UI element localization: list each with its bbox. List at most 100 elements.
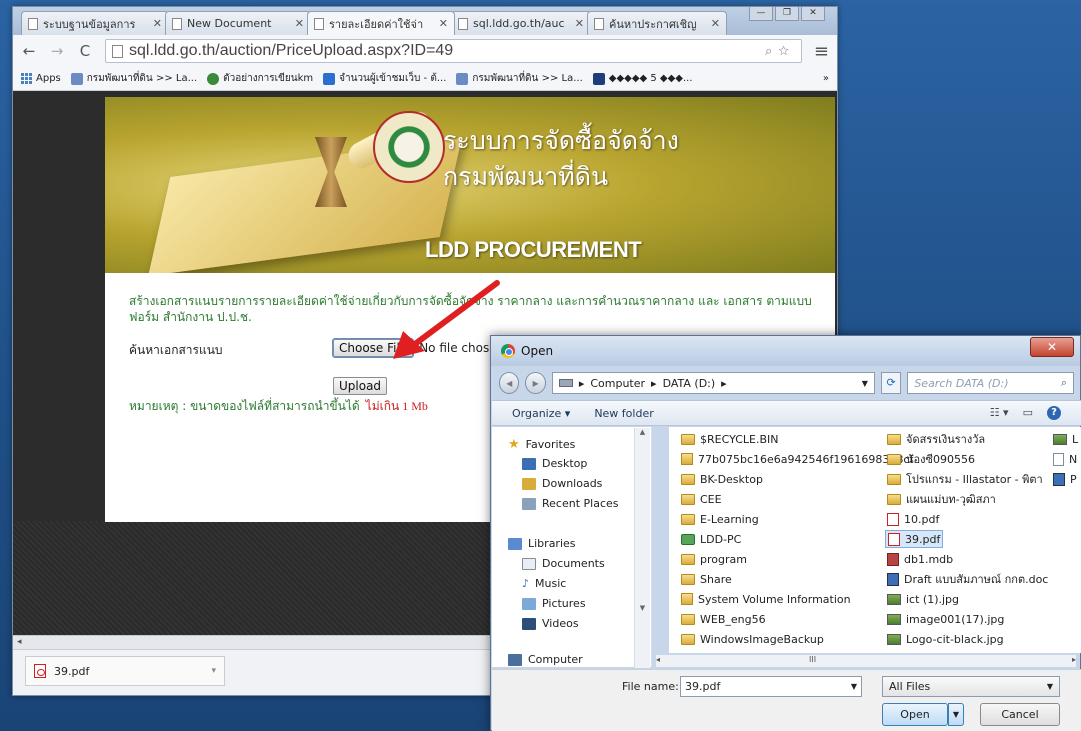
search-icon[interactable]: ⌕ xyxy=(1061,376,1067,390)
organize-button[interactable]: Organize ▾ xyxy=(512,407,570,420)
nav-music[interactable]: ♪ Music xyxy=(522,577,566,590)
choose-file-button[interactable]: Choose File xyxy=(331,338,415,358)
file-name: WindowsImageBackup xyxy=(700,632,824,646)
file-name: P xyxy=(1070,472,1077,486)
forward-button[interactable]: → xyxy=(49,42,65,60)
close-window-button[interactable]: ✕ xyxy=(801,7,825,21)
file-item[interactable]: ict (1).jpg xyxy=(887,590,959,608)
forward-button[interactable]: ▸ xyxy=(525,372,546,394)
close-icon[interactable]: ✕ xyxy=(295,17,304,30)
file-item[interactable]: CEE xyxy=(681,490,722,508)
menu-icon[interactable]: ≡ xyxy=(814,41,829,62)
tab-new-document[interactable]: New Document ✕ xyxy=(165,11,311,35)
chevron-down-icon[interactable]: ▼ xyxy=(862,379,868,388)
close-icon[interactable]: ✕ xyxy=(575,17,584,30)
nav-label: Documents xyxy=(542,557,605,570)
chevron-down-icon[interactable]: ▼ xyxy=(851,682,857,691)
tab-database[interactable]: ระบบฐานข้อมูลการ ✕ xyxy=(21,11,169,35)
file-name-input[interactable]: 39.pdf ▼ xyxy=(680,676,862,697)
address-bar[interactable]: sql.ldd.go.th/auction/PriceUpload.aspx?I… xyxy=(105,39,802,63)
nav-pictures[interactable]: Pictures xyxy=(522,597,586,610)
chevron-down-icon[interactable]: ▾ xyxy=(211,666,216,676)
file-item[interactable]: program xyxy=(681,550,747,568)
file-item[interactable]: แผนแม่บท-วุฒิสภา xyxy=(887,490,996,508)
close-icon[interactable]: ✕ xyxy=(711,17,720,30)
cancel-button[interactable]: Cancel xyxy=(980,703,1060,726)
file-item[interactable]: E-Learning xyxy=(681,510,759,528)
search-attachment-label: ค้นหาเอกสารแนบ xyxy=(129,343,223,357)
refresh-button[interactable]: ⟳ xyxy=(880,372,902,394)
open-button[interactable]: Open xyxy=(882,703,948,726)
help-icon[interactable]: ? xyxy=(1047,406,1061,420)
tab-expense-details[interactable]: รายละเอียดค่าใช้จ่า ✕ xyxy=(307,11,455,35)
back-button[interactable]: ← xyxy=(21,42,37,60)
dialog-titlebar: Open ✕ xyxy=(491,336,1080,366)
maximize-button[interactable]: ❐ xyxy=(775,7,799,21)
nav-desktop[interactable]: Desktop xyxy=(522,457,587,470)
preview-pane-icon[interactable]: ▭ xyxy=(1023,406,1033,420)
breadcrumb-data-drive[interactable]: DATA (D:) xyxy=(663,377,716,390)
bookmark-ldd-1[interactable]: กรมพัฒนาที่ดิน >> La... xyxy=(70,71,197,86)
bookmark-apps[interactable]: Apps xyxy=(21,73,61,84)
view-options-icon[interactable]: ☷ ▾ xyxy=(990,406,1009,420)
file-item-selected[interactable]: 39.pdf xyxy=(885,530,944,548)
open-dropdown-button[interactable]: ▼ xyxy=(948,703,964,726)
download-filename: 39.pdf xyxy=(54,664,90,678)
pdf-icon xyxy=(34,664,46,678)
file-item[interactable]: น้องซี090556 xyxy=(887,450,975,468)
nav-computer[interactable]: Computer xyxy=(508,653,583,666)
file-name: E-Learning xyxy=(700,512,759,526)
navigation-scrollbar[interactable]: ▲ ▼ xyxy=(634,428,650,668)
download-item[interactable]: 39.pdf ▾ xyxy=(25,656,225,686)
file-item[interactable]: db1.mdb xyxy=(887,550,953,568)
reload-button[interactable]: C xyxy=(77,42,93,60)
tab-auction[interactable]: sql.ldd.go.th/auc ✕ xyxy=(451,11,591,35)
file-item[interactable]: N xyxy=(1053,450,1077,468)
tab-search-announcement[interactable]: ค้นหาประกาศเชิญ ✕ xyxy=(587,11,727,35)
nav-documents[interactable]: Documents xyxy=(522,557,605,570)
file-item[interactable]: BK-Desktop xyxy=(681,470,763,488)
breadcrumb-computer[interactable]: Computer xyxy=(590,377,645,390)
file-item[interactable]: Share xyxy=(681,570,732,588)
bookmark-ldd-2[interactable]: กรมพัฒนาที่ดิน >> La... xyxy=(456,71,583,86)
minimize-button[interactable]: — xyxy=(749,7,773,21)
file-item[interactable]: โปรแกรม - Illastator - พิตา xyxy=(887,470,1043,488)
file-item[interactable]: P xyxy=(1053,470,1077,488)
new-folder-button[interactable]: New folder xyxy=(594,407,653,420)
file-item[interactable]: 10.pdf xyxy=(887,510,939,528)
bookmark-encoded[interactable]: ◆◆◆◆◆ 5 ◆◆◆... xyxy=(592,72,693,85)
search-placeholder: Search DATA (D:) xyxy=(914,376,1009,390)
nav-libraries[interactable]: Libraries xyxy=(508,537,576,550)
file-item[interactable]: L xyxy=(1053,430,1078,448)
close-icon[interactable]: ✕ xyxy=(153,17,162,30)
file-item[interactable]: System Volume Information xyxy=(681,590,851,608)
search-attachment-row: ค้นหาเอกสารแนบ xyxy=(129,341,223,360)
dialog-close-button[interactable]: ✕ xyxy=(1030,337,1074,357)
bookmark-km[interactable]: ตัวอย่างการเขียนkm xyxy=(207,71,313,86)
bookmarks-overflow[interactable]: » xyxy=(823,73,829,84)
file-item[interactable]: Logo-cit-black.jpg xyxy=(887,630,1004,648)
bookmark-label: ตัวอย่างการเขียนkm xyxy=(223,73,314,84)
close-icon[interactable]: ✕ xyxy=(439,17,448,30)
nav-recent-places[interactable]: Recent Places xyxy=(522,497,619,510)
back-button[interactable]: ◂ xyxy=(499,372,520,394)
nav-favorites[interactable]: ★ Favorites xyxy=(508,437,575,452)
breadcrumb[interactable]: ▸ Computer ▸ DATA (D:) ▸ ▼ xyxy=(551,372,875,394)
nav-downloads[interactable]: Downloads xyxy=(522,477,602,490)
search-input[interactable]: Search DATA (D:) ⌕ xyxy=(907,372,1075,394)
zoom-star-icons[interactable]: ⌕☆ xyxy=(765,43,795,59)
file-name: WEB_eng56 xyxy=(700,612,766,626)
file-item[interactable]: 77b075bc16e6a942546f19616983b8cf xyxy=(681,450,913,468)
file-item[interactable]: Draft แบบสัมภาษณ์ กกต.doc xyxy=(887,570,1048,588)
file-item[interactable]: LDD-PC xyxy=(681,530,741,548)
file-type-select[interactable]: All Files ▼ xyxy=(882,676,1060,697)
file-item[interactable]: WindowsImageBackup xyxy=(681,630,824,648)
file-item[interactable]: จัดสรรเงินรางวัล xyxy=(887,430,985,448)
file-list-scrollbar[interactable]: ◂ III ▸ xyxy=(656,655,1076,667)
file-item[interactable]: $RECYCLE.BIN xyxy=(681,430,778,448)
file-item[interactable]: image001(17).jpg xyxy=(887,610,1004,628)
file-item[interactable]: WEB_eng56 xyxy=(681,610,766,628)
nav-videos[interactable]: Videos xyxy=(522,617,579,630)
bookmark-visitors[interactable]: จำนวนผู้เข้าชมเว็บ - ต้... xyxy=(323,71,446,86)
upload-button[interactable]: Upload xyxy=(333,377,388,395)
